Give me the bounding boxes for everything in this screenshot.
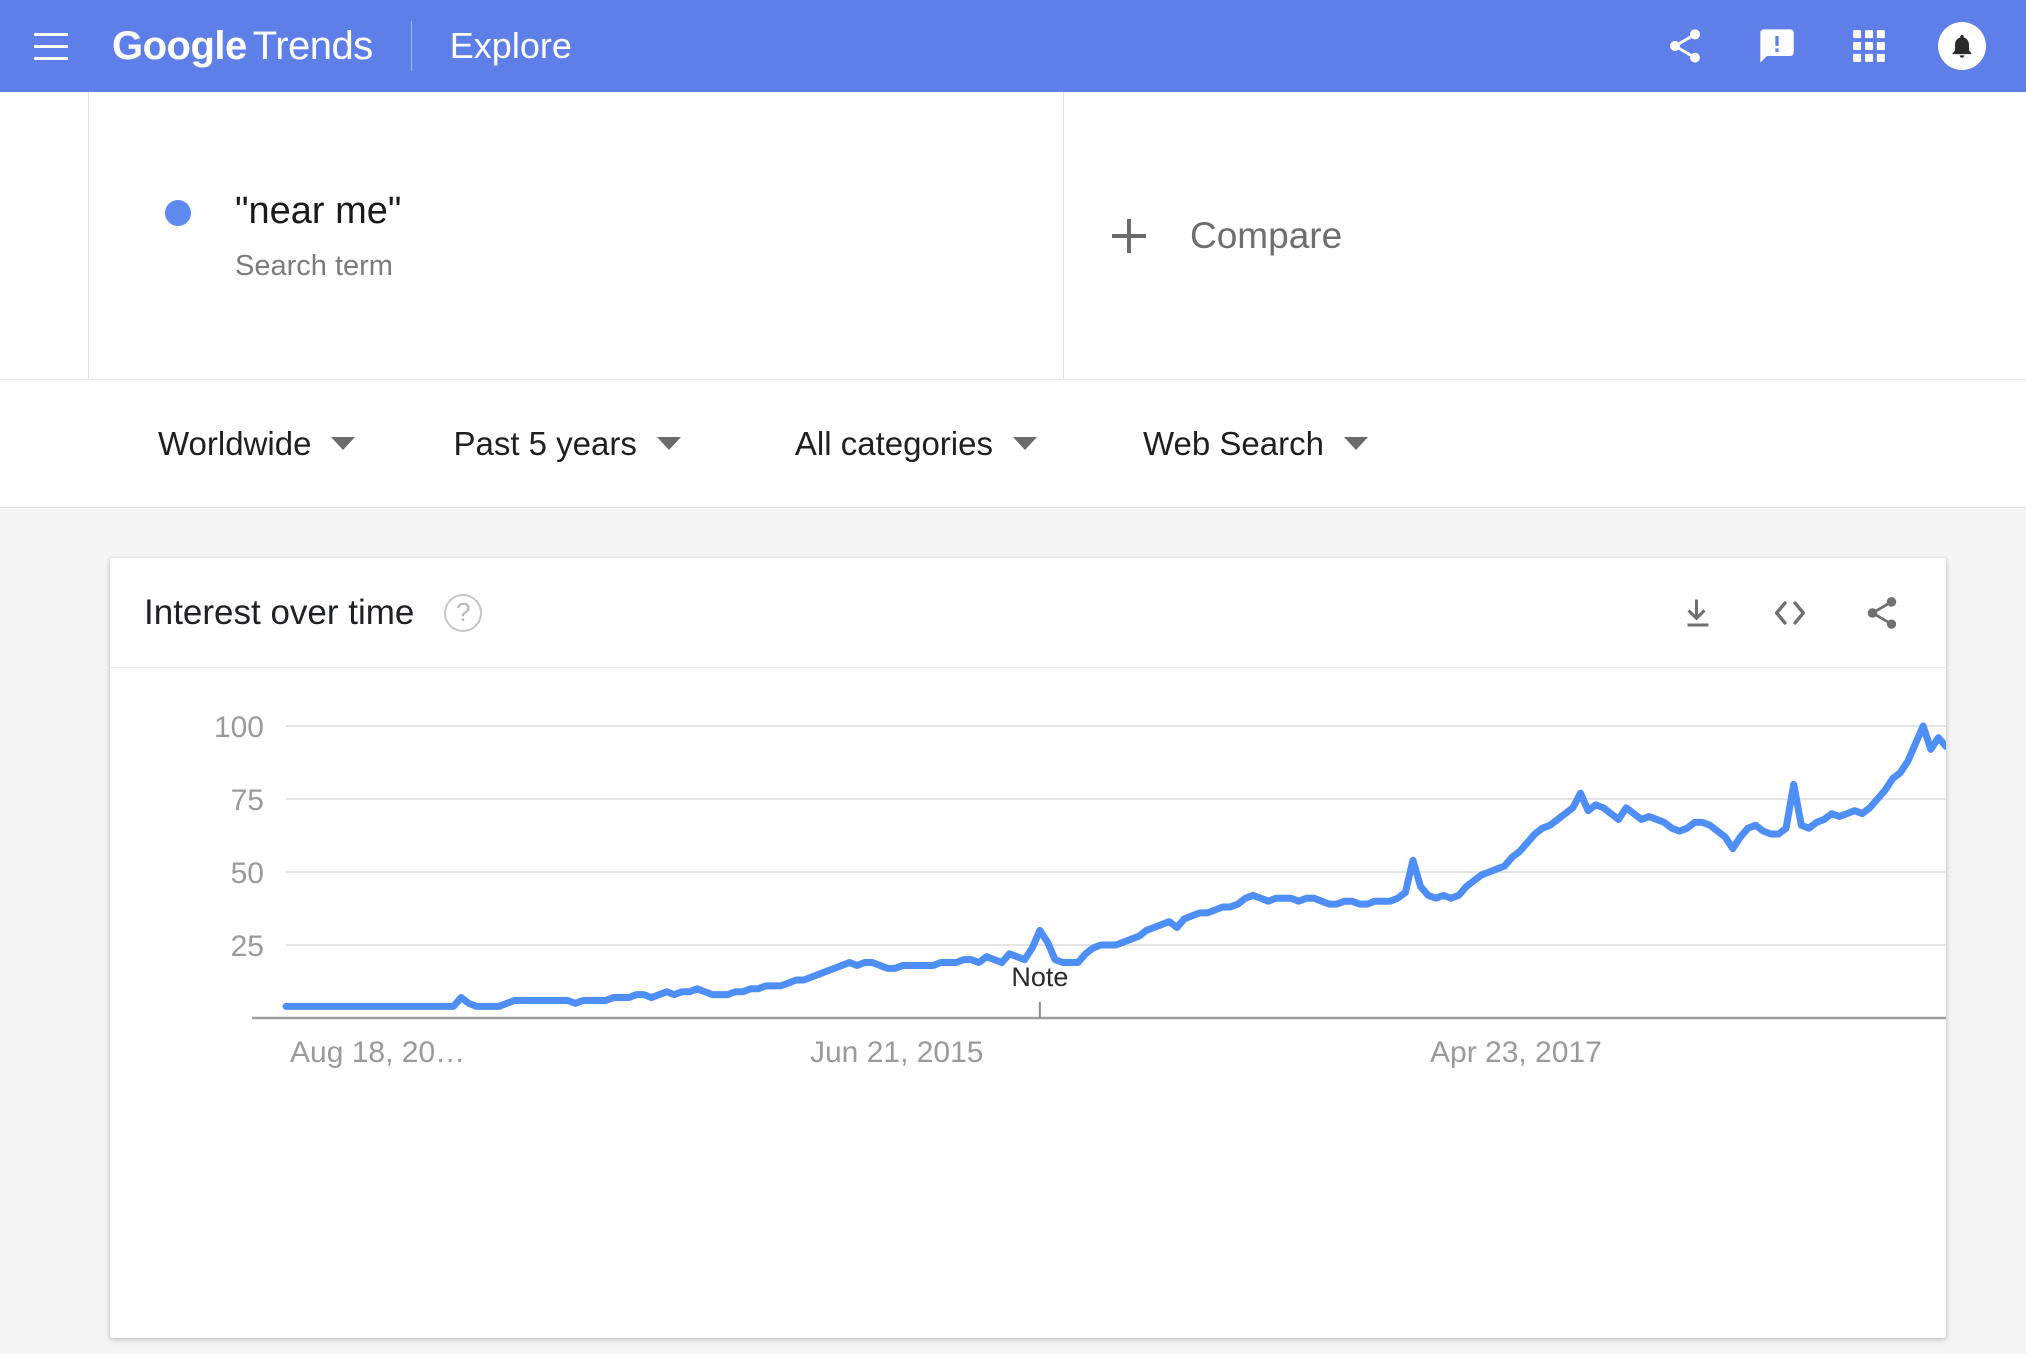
- card-actions: [1676, 591, 1904, 635]
- header-actions: [1662, 22, 1986, 70]
- chart-svg: 25 50 75 100 Aug 18, 20… Jun 21, 2015 Apr 23, …: [214, 711, 1946, 1069]
- filter-time-range[interactable]: Past 5 years: [453, 424, 681, 463]
- share-icon[interactable]: [1662, 23, 1708, 69]
- interest-over-time-chart[interactable]: 25 50 75 100 Aug 18, 20… Jun 21, 2015 Apr 23, …: [110, 668, 1946, 1338]
- brand-google: Google: [112, 23, 247, 68]
- download-icon[interactable]: [1676, 591, 1720, 635]
- series-color-dot: [165, 200, 191, 226]
- search-term-text: "near me" Search term: [235, 189, 401, 284]
- card-title: Interest over time: [144, 592, 415, 632]
- apps-grid-icon[interactable]: [1846, 23, 1892, 69]
- svg-text:Jun 21, 2015: Jun 21, 2015: [810, 1036, 983, 1069]
- svg-text:Aug 18, 20…: Aug 18, 20…: [290, 1036, 465, 1069]
- search-term-cell[interactable]: "near me" Search term: [88, 92, 1064, 380]
- svg-text:100: 100: [214, 711, 264, 744]
- chevron-down-icon: [656, 437, 681, 450]
- chevron-down-icon: [1343, 437, 1368, 450]
- chart-note-annotation[interactable]: Note: [1011, 962, 1068, 993]
- embed-code-icon[interactable]: [1768, 591, 1812, 635]
- search-term-value: "near me": [235, 189, 402, 232]
- hamburger-bar: [34, 44, 68, 48]
- svg-text:Apr 23, 2017: Apr 23, 2017: [1430, 1036, 1602, 1069]
- hamburger-bar: [34, 56, 68, 60]
- share-icon[interactable]: [1860, 591, 1904, 635]
- query-bar: "near me" Search term Compare: [0, 92, 2026, 380]
- nav-explore[interactable]: Explore: [450, 25, 572, 67]
- notifications-bell-icon: [1952, 34, 1972, 58]
- filter-category[interactable]: All categories: [795, 425, 1037, 463]
- header-divider: [410, 21, 412, 71]
- search-term-type: Search term: [235, 250, 393, 283]
- interest-over-time-card: Interest over time ? 25 50 75 100 Aug 18…: [110, 558, 1946, 1338]
- help-circle-icon[interactable]: ?: [444, 593, 483, 632]
- avatar[interactable]: [1938, 22, 1986, 70]
- feedback-icon[interactable]: [1754, 23, 1800, 69]
- chevron-down-icon: [1012, 437, 1037, 450]
- plus-icon: [1112, 219, 1146, 253]
- svg-text:25: 25: [231, 930, 264, 963]
- app-header: Google Trends Explore: [0, 0, 2026, 92]
- filter-location-label: Worldwide: [158, 424, 312, 462]
- card-header: Interest over time ?: [110, 558, 1946, 668]
- hamburger-bar: [34, 32, 68, 36]
- filter-bar: Worldwide Past 5 years All categories We…: [0, 380, 2026, 508]
- filter-time-range-label: Past 5 years: [453, 424, 637, 462]
- filter-category-label: All categories: [794, 424, 993, 462]
- compare-button[interactable]: Compare: [1064, 92, 2026, 380]
- svg-text:75: 75: [231, 784, 264, 817]
- svg-text:50: 50: [231, 857, 264, 890]
- brand-trends: Trends: [252, 23, 374, 68]
- filter-search-type[interactable]: Web Search: [1143, 425, 1368, 463]
- hamburger-menu-icon[interactable]: [28, 23, 74, 69]
- chevron-down-icon: [331, 437, 356, 450]
- filter-location[interactable]: Worldwide: [158, 424, 356, 463]
- filter-search-type-label: Web Search: [1142, 424, 1324, 462]
- compare-label: Compare: [1190, 215, 1343, 256]
- google-trends-logo[interactable]: Google Trends: [112, 24, 373, 69]
